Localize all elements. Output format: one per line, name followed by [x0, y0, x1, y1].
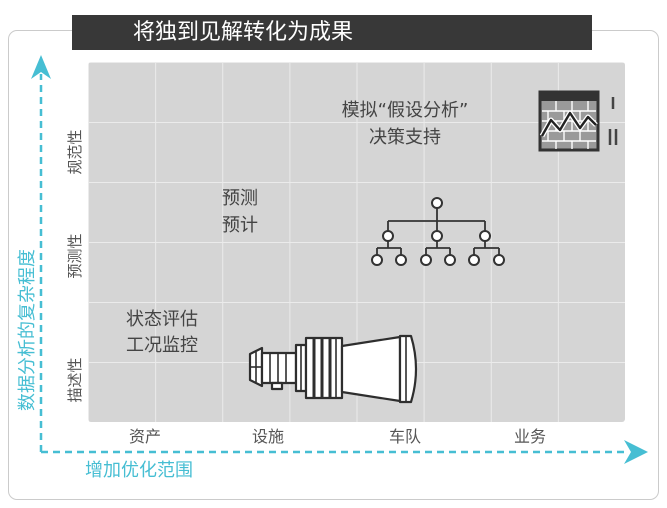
- column-label-assets: 资产: [128, 427, 161, 446]
- tree-leaf-node: [493, 254, 505, 266]
- tree-root-node: [431, 197, 443, 209]
- row-label-prescriptive: 规范性: [66, 129, 84, 175]
- annotation-predictive: 预测 预计: [222, 185, 258, 239]
- annotation-prescriptive: 模拟“假设分析” 决策支持: [320, 97, 490, 151]
- row-label-descriptive: 描述性: [66, 357, 84, 403]
- row-label-predictive: 预测性: [66, 233, 84, 279]
- tree-leaf-node: [468, 254, 480, 266]
- tree-leaf-node: [395, 254, 407, 266]
- annotation-line: 决策支持: [369, 127, 441, 148]
- annotation-line: 状态评估: [126, 309, 198, 330]
- tree-leaf-node: [444, 254, 456, 266]
- y-axis-title: 数据分析的复杂程度: [17, 249, 38, 411]
- x-axis-title: 增加优化范围: [85, 460, 193, 481]
- title-banner: 将独到见解转化为成果: [72, 15, 592, 50]
- annotation-descriptive: 状态评估 工况监控: [126, 307, 198, 359]
- spreadsheet-chart-icon: [538, 90, 618, 152]
- annotation-line: 模拟“假设分析”: [341, 100, 469, 121]
- annotation-line: 预测: [222, 188, 258, 209]
- x-axis-arrowhead: [624, 440, 648, 464]
- engine-core-mount: [270, 381, 284, 391]
- column-label-facilities: 设施: [251, 427, 284, 446]
- jet-engine-icon: [248, 334, 418, 404]
- tree-branch-node: [479, 230, 491, 242]
- engine-core: [260, 351, 298, 385]
- sheet-header-bar: [540, 92, 598, 101]
- hierarchy-tree-icon: [371, 197, 505, 266]
- axis-arrows: [31, 55, 648, 464]
- tree-leaf-node: [420, 254, 432, 266]
- page-title: 将独到见解转化为成果: [133, 20, 354, 45]
- column-label-fleet: 车队: [388, 427, 421, 446]
- tree-leaf-node: [371, 254, 383, 266]
- tree-branch-node: [382, 230, 394, 242]
- engine-intake: [398, 334, 418, 404]
- column-label-business: 业务: [513, 427, 546, 446]
- annotation-line: 工况监控: [126, 335, 198, 356]
- engine-nacelle: [340, 335, 402, 403]
- bar-marks: [608, 97, 618, 145]
- diagram-canvas: 将独到见解转化为成果 数据分析的复杂程度 规范性 预测性 描述性 资产 设施 车…: [0, 0, 667, 508]
- annotation-line: 预计: [222, 215, 258, 236]
- tree-branch-node: [431, 230, 443, 242]
